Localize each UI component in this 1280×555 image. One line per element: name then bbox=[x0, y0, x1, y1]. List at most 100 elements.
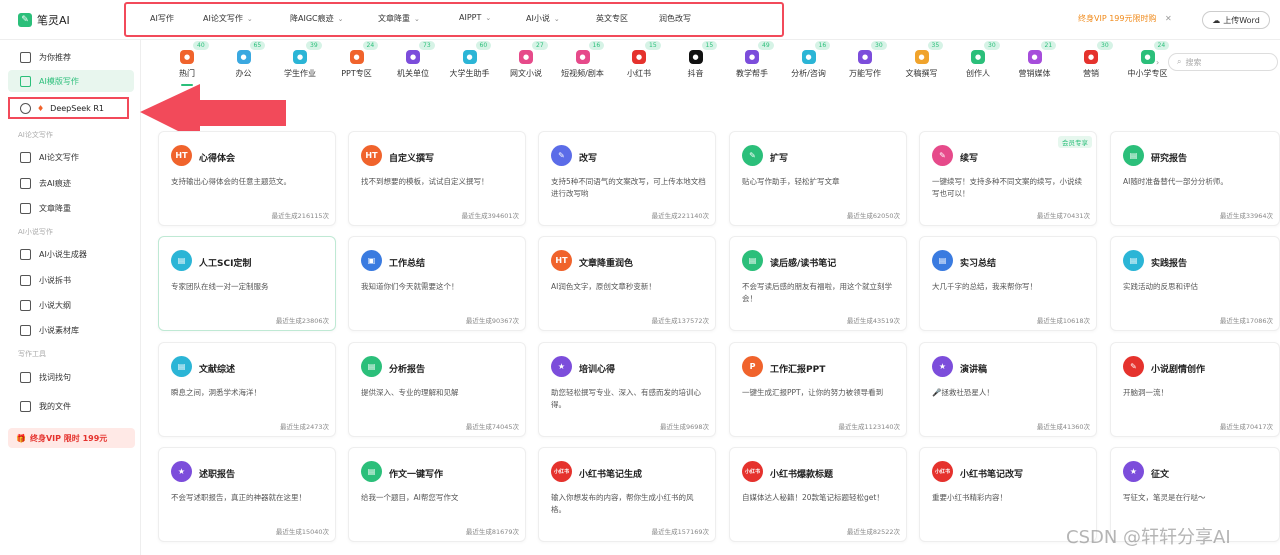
nav-item[interactable]: AIPPT ⌄ bbox=[459, 13, 491, 22]
sidebar-item-label: 小说素材库 bbox=[39, 325, 79, 335]
category-tab[interactable]: 40 ● 热门 bbox=[159, 40, 215, 88]
nav-item[interactable]: AI小说 ⌄ bbox=[526, 13, 560, 24]
library-icon bbox=[20, 324, 31, 336]
chevron-right-icon[interactable]: › bbox=[1156, 58, 1159, 67]
category-tab[interactable]: 24 ● 中小学专区 bbox=[1120, 40, 1176, 88]
count-badge: 35 bbox=[927, 41, 944, 50]
sidebar-item-find-words[interactable]: 找词找句 bbox=[8, 366, 134, 388]
category-tab[interactable]: 30 ● 创作人 bbox=[950, 40, 1006, 88]
sidebar-item-novel-outline[interactable]: 小说大纲 bbox=[8, 294, 134, 316]
category-tab[interactable]: 24 ● PPT专区 bbox=[329, 40, 385, 88]
sidebar-item-deepseek[interactable]: ♦ DeepSeek R1 bbox=[8, 97, 129, 119]
template-card[interactable]: 小红书 小红书笔记生成 输入你想发布的内容，帮你生成小红书的风格。 最近生成15716… bbox=[538, 447, 716, 542]
card-title: 自定义撰写 bbox=[389, 154, 435, 164]
usage-count: 最近生成17086次 bbox=[1219, 317, 1273, 325]
category-tab[interactable]: 49 ● 教学帮手 bbox=[724, 40, 780, 88]
card-title: 心得体会 bbox=[199, 154, 236, 164]
template-card[interactable]: ▤ 文献综述 瞬息之间，洞悉学术海洋！ 最近生成2473次 bbox=[158, 342, 336, 437]
category-tab[interactable]: 60 ● 大学生助手 bbox=[442, 40, 498, 88]
category-label: 热门 bbox=[179, 69, 195, 78]
category-tab[interactable]: 15 ● 抖音 bbox=[668, 40, 724, 88]
count-badge: 16 bbox=[814, 41, 831, 50]
category-tab[interactable]: 30 ● 营销 bbox=[1063, 40, 1119, 88]
usage-count: 最近生成82522次 bbox=[846, 528, 900, 536]
sidebar-item-template-writing[interactable]: AI模版写作 bbox=[8, 70, 134, 92]
category-tab[interactable]: 65 ● 办公 bbox=[216, 40, 272, 88]
teach-icon: ● bbox=[745, 50, 759, 64]
count-badge: 15 bbox=[701, 41, 718, 50]
template-card[interactable]: ▤ 实习总结 大几千字的总结，我来帮你写！ 最近生成10618次 bbox=[919, 236, 1097, 331]
sidebar-item-my-files[interactable]: 我的文件 bbox=[8, 395, 134, 417]
vip-promo-top[interactable]: 终身VIP 199元限时购 ✕ bbox=[1078, 13, 1172, 24]
sidebar-item-novel-breakdown[interactable]: 小说拆书 bbox=[8, 269, 134, 291]
template-card[interactable]: ▤ 实践报告 实践活动的反思和评估 最近生成17086次 bbox=[1110, 236, 1280, 331]
count-badge: 65 bbox=[249, 41, 266, 50]
category-tab[interactable]: 27 ● 网文小说 bbox=[498, 40, 554, 88]
template-card[interactable]: ▤ 读后感/读书笔记 不会写读后感的朋友有福啦，用这个就立刻学会！ 最近生成43519… bbox=[729, 236, 907, 331]
template-card[interactable]: P 工作汇报PPT 一键生成汇报PPT，让你的努力被领导看到 最近生成1123140次 bbox=[729, 342, 907, 437]
template-icon: ✎ bbox=[1123, 356, 1144, 377]
card-title: 小说剧情创作 bbox=[1151, 365, 1206, 375]
sidebar: 为你推荐 AI模版写作 ♦ DeepSeek R1 AI论文写作 AI论文写作 … bbox=[0, 40, 141, 555]
template-card[interactable]: ▤ 人工SCI定制 专家团队在线一对一定制服务 最近生成23806次 bbox=[158, 236, 336, 331]
nav-item[interactable]: 润色改写 bbox=[659, 13, 691, 24]
category-tab[interactable]: 16 ● 分析/咨询 bbox=[781, 40, 837, 88]
category-tab[interactable]: 35 ● 文稿撰写 bbox=[894, 40, 950, 88]
category-tab[interactable]: 39 ● 学生作业 bbox=[272, 40, 328, 88]
marketing-icon: ● bbox=[1084, 50, 1098, 64]
image-icon bbox=[20, 177, 31, 189]
sidebar-item-novel-library[interactable]: 小说素材库 bbox=[8, 319, 134, 341]
find-icon bbox=[20, 371, 31, 383]
sidebar-item-reduce-duplicate[interactable]: 文章降重 bbox=[8, 197, 134, 219]
template-card[interactable]: ✎ 改写 支持5种不同语气的文案改写，可上传本地文档进行改写哟 最近生成221140次 bbox=[538, 131, 716, 226]
nav-item[interactable]: AI写作 bbox=[150, 13, 174, 24]
search-input[interactable]: ⌕ 搜索 bbox=[1168, 53, 1278, 71]
category-tab[interactable]: 21 ● 营销媒体 bbox=[1007, 40, 1063, 88]
template-card[interactable]: ★ 述职报告 不会写述职报告，真正的神器就在这里！ 最近生成15040次 bbox=[158, 447, 336, 542]
usage-count: 最近生成216115次 bbox=[271, 212, 329, 220]
template-card[interactable]: ✎ 小说剧情创作 开脑洞一流！ 最近生成70417次 bbox=[1110, 342, 1280, 437]
template-card[interactable]: ▣ 工作总结 我知道你们今天就需要这个！ 最近生成90367次 bbox=[348, 236, 526, 331]
nav-item[interactable]: 文章降重 ⌄ bbox=[378, 13, 420, 24]
upload-word-button[interactable]: ☁ 上传Word bbox=[1202, 11, 1270, 29]
template-card[interactable]: HT 文章降重润色 AI润色文字，原创文章秒变新！ 最近生成137572次 bbox=[538, 236, 716, 331]
vip-promo-sidebar[interactable]: 🎁 终身VIP 限时 199元 bbox=[8, 428, 135, 448]
category-tab[interactable]: 30 ● 万能写作 bbox=[837, 40, 893, 88]
template-card[interactable]: HT 自定义撰写 找不到想要的模板，试试自定义撰写！ 最近生成394601次 bbox=[348, 131, 526, 226]
template-card[interactable]: ✎ 续写 一键续写！支持多种不同文案的续写，小说续写也可以！ 最近生成70431次 会员… bbox=[919, 131, 1097, 226]
category-tab[interactable]: 16 ● 短视频/剧本 bbox=[555, 40, 611, 88]
template-card[interactable]: ▤ 作文一键写作 给我一个题目，AI帮您写作文 最近生成81679次 bbox=[348, 447, 526, 542]
edit-doc-icon bbox=[20, 202, 31, 214]
search-placeholder: 搜索 bbox=[1185, 57, 1202, 67]
template-icon: ▣ bbox=[361, 250, 382, 271]
sidebar-item-novel-generator[interactable]: AI小说生成器 bbox=[8, 243, 134, 265]
card-title: 研究报告 bbox=[1151, 154, 1188, 164]
nav-item[interactable]: AI论文写作 ⌄ bbox=[203, 13, 253, 24]
close-icon[interactable]: ✕ bbox=[1165, 14, 1172, 23]
template-icon: ★ bbox=[932, 356, 953, 377]
template-card[interactable]: ▤ 分析报告 提供深入、专业的理解和见解 最近生成74045次 bbox=[348, 342, 526, 437]
template-icon: ★ bbox=[171, 461, 192, 482]
category-label: 短视频/剧本 bbox=[561, 69, 604, 78]
building-icon: ● bbox=[406, 50, 420, 64]
template-icon bbox=[20, 75, 31, 87]
sidebar-item-ai-paper[interactable]: AI论文写作 bbox=[8, 146, 134, 168]
nav-item[interactable]: 英文专区 bbox=[596, 13, 628, 24]
template-card[interactable]: ★ 演讲稿 🎤拯救社恐星人！ 最近生成41360次 bbox=[919, 342, 1097, 437]
category-tab[interactable]: 15 ● 小红书 bbox=[611, 40, 667, 88]
template-card[interactable]: 小红书 小红书爆款标题 自媒体达人秘籍！20款笔记标题轻松get！ 最近生成82522… bbox=[729, 447, 907, 542]
card-description: 找不到想要的模板，试试自定义撰写！ bbox=[361, 177, 489, 186]
logo[interactable]: ✎ 笔灵AI bbox=[18, 12, 70, 28]
template-card[interactable]: ✎ 扩写 贴心写作助手，轻松扩写文章 最近生成62050次 bbox=[729, 131, 907, 226]
category-tab[interactable]: 73 ● 机关单位 bbox=[385, 40, 441, 88]
template-card[interactable]: ★ 培训心得 助您轻松撰写专业、深入、有感而发的培训心得。 最近生成9698次 bbox=[538, 342, 716, 437]
template-card[interactable]: ▤ 研究报告 AI随时准备替代一部分分析师。 最近生成33964次 bbox=[1110, 131, 1280, 226]
sidebar-item-recommend[interactable]: 为你推荐 bbox=[8, 46, 134, 68]
sidebar-item-remove-ai[interactable]: 去AI痕迹 bbox=[8, 172, 134, 194]
nav-item[interactable]: 降AIGC痕迹 ⌄ bbox=[290, 13, 344, 24]
category-label: 创作人 bbox=[966, 69, 990, 78]
template-card[interactable]: HT 心得体会 支持输出心得体会的任意主题范文。 最近生成216115次 bbox=[158, 131, 336, 226]
count-badge: 73 bbox=[419, 41, 435, 50]
count-badge: 30 bbox=[1097, 41, 1113, 50]
template-icon: ▤ bbox=[932, 250, 953, 271]
